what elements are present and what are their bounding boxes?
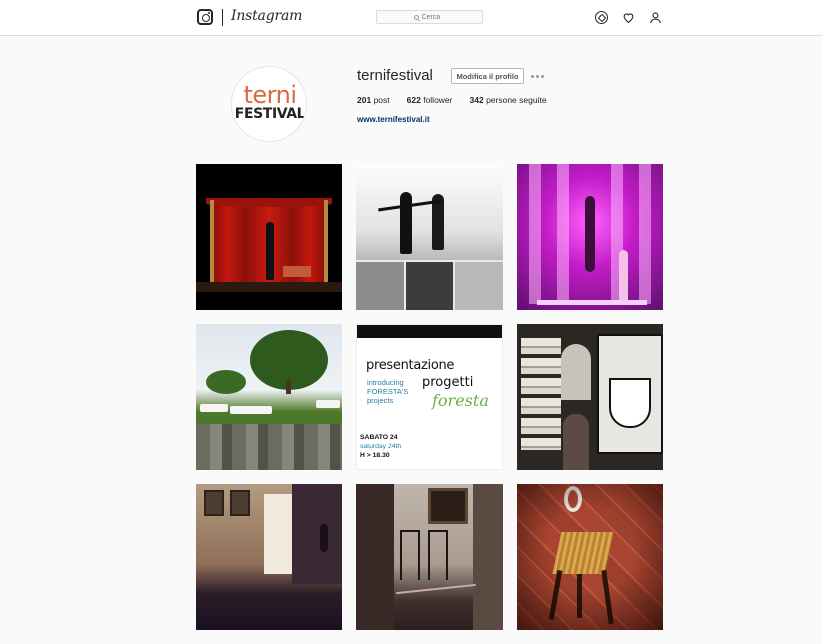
more-options-icon[interactable] (531, 75, 544, 78)
profile-stats: 201 post 622 follower 342 persone seguit… (357, 95, 564, 105)
search-icon (413, 14, 419, 20)
post-thumbnail-corridor-chairs[interactable] (356, 484, 503, 630)
post-thumbnail-chair-on-tiles[interactable] (517, 484, 663, 630)
stat-followers[interactable]: 622 follower (407, 95, 453, 105)
search-input[interactable] (421, 13, 446, 21)
avatar-logo-festival: FESTIVAL (234, 106, 306, 122)
avatar-logo-terni: terni (243, 81, 298, 109)
nav-divider (222, 9, 223, 26)
top-nav-bar: Instagram (0, 0, 823, 36)
post-thumbnail-gallery-room[interactable] (196, 484, 342, 630)
person-icon[interactable] (649, 11, 662, 24)
instagram-glyph-icon[interactable] (197, 9, 213, 25)
post-thumbnail-landscape[interactable] (196, 324, 342, 470)
post-thumbnail-bulletin-board[interactable] (517, 324, 663, 470)
profile-username: ternifestival (357, 67, 433, 84)
post-thumbnail-theatre-stage[interactable] (196, 164, 342, 310)
post-thumbnail-magenta-stage[interactable] (517, 164, 663, 310)
heart-icon[interactable] (622, 11, 635, 24)
compass-icon[interactable] (595, 11, 608, 24)
stat-following[interactable]: 342 persone seguite (470, 95, 547, 105)
instagram-wordmark[interactable]: Instagram (231, 8, 302, 24)
post-grid: presentazione introducing FORESTA'S projec… (196, 164, 663, 630)
post-thumbnail-dancers[interactable] (356, 164, 503, 310)
post-thumbnail-foresta-poster[interactable]: presentazione introducing FORESTA'S projec… (356, 324, 503, 470)
stat-posts: 201 post (357, 95, 390, 105)
profile-avatar[interactable]: terni FESTIVAL (231, 66, 307, 142)
search-box[interactable] (376, 10, 483, 24)
edit-profile-button[interactable]: Modifica il profilo (451, 68, 524, 84)
profile-website-link[interactable]: www.ternifestival.it (357, 115, 430, 124)
